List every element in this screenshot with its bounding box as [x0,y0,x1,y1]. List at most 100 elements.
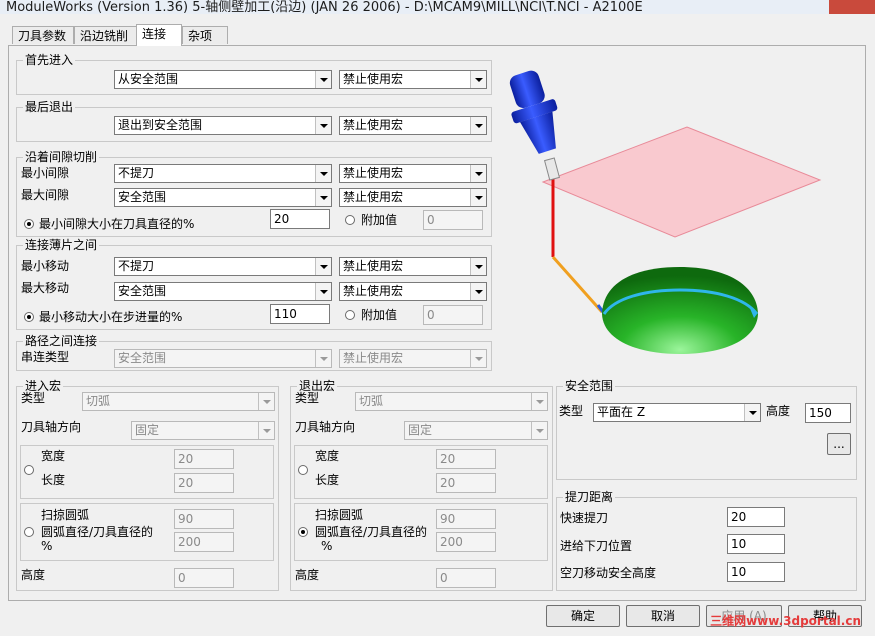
chevron-down-icon [470,350,486,367]
last-exit-macro-select[interactable]: 禁止使用宏 [339,116,487,135]
chain-type-select[interactable]: 安全范围 [114,349,332,368]
tab-tool-params[interactable]: 刀具参数 [12,26,74,44]
entry-length-input[interactable]: 20 [174,473,234,493]
feed-plunge-input[interactable]: 10 [727,534,785,554]
entry-width-value: 20 [178,452,194,466]
window-title: ModuleWorks (Version 1.36) 5-轴侧壁加工(沿边) (… [6,0,643,14]
rapid-retract-value: 20 [731,510,747,524]
ok-label: 确定 [570,609,595,623]
safety-type-value: 平面在 Z [597,405,646,419]
tab-misc[interactable]: 杂项 [182,26,228,44]
entry-type-label: 类型 [21,391,46,405]
exit-arc-radio[interactable] [298,527,308,537]
chevron-down-icon [315,350,331,367]
exit-height-input[interactable]: 0 [436,568,496,588]
max-gap-macro-value: 禁止使用宏 [343,190,404,204]
exit-width-input[interactable]: 20 [436,449,496,469]
entry-arc-radio[interactable] [24,527,34,537]
exit-arc-pct: % [321,539,333,553]
max-move-mode-select[interactable]: 安全范围 [114,282,332,301]
move-pct-input[interactable]: 110 [270,304,330,324]
entry-arc-label: 圆弧直径/刀具直径的 [41,525,154,539]
last-exit-label: 最后退出 [23,100,76,114]
max-gap-label: 最大间隙 [21,188,70,202]
exit-axis-select[interactable]: 固定 [404,421,548,440]
entry-height-input[interactable]: 0 [174,568,234,588]
min-move-mode-select[interactable]: 不提刀 [114,257,332,276]
chevron-down-icon [470,189,486,206]
move-pct-radio[interactable] [24,312,34,322]
move-add-input[interactable]: 0 [423,305,483,325]
entry-height-label: 高度 [21,568,46,582]
max-move-mode-value: 安全范围 [118,284,167,298]
exit-axis-label: 刀具轴方向 [295,420,356,434]
exit-type-label: 类型 [295,391,320,405]
safety-type-select[interactable]: 平面在 Z [593,403,761,422]
entry-sweep-input[interactable]: 90 [174,509,234,529]
safety-type-label: 类型 [559,404,584,418]
gap-add-input[interactable]: 0 [423,210,483,230]
retract-label: 提刀距离 [563,490,616,504]
entry-arc-input[interactable]: 200 [174,532,234,552]
dome-part [602,267,758,354]
move-pct-value: 110 [274,307,297,321]
exit-axis-value: 固定 [408,423,433,437]
safety-browse-button[interactable]: ... [827,433,851,455]
last-exit-mode-select[interactable]: 退出到安全范围 [114,116,332,135]
exit-length-value: 20 [440,476,456,490]
exit-type-select[interactable]: 切弧 [355,392,548,411]
min-gap-mode-select[interactable]: 不提刀 [114,164,332,183]
entry-sweep-label: 扫掠圆弧 [41,508,90,522]
tab-linking[interactable]: 连接 [136,24,182,46]
close-button[interactable] [829,0,875,14]
chevron-down-icon [315,117,331,134]
chevron-down-icon [258,422,274,439]
feed-plunge-label: 进给下刀位置 [560,539,633,553]
last-exit-mode-value: 退出到安全范围 [118,118,203,132]
chevron-down-icon [315,189,331,206]
max-move-macro-select[interactable]: 禁止使用宏 [339,282,487,301]
max-gap-macro-select[interactable]: 禁止使用宏 [339,188,487,207]
entry-axis-select[interactable]: 固定 [131,421,275,440]
chevron-down-icon [315,71,331,88]
watermark: 三维网www.3dportal.cn [710,614,861,628]
move-add-radio[interactable] [345,310,355,320]
min-gap-macro-select[interactable]: 禁止使用宏 [339,164,487,183]
cancel-label: 取消 [650,609,675,623]
safe-height-input[interactable]: 10 [727,562,785,582]
first-entry-mode-select[interactable]: 从安全范围 [114,70,332,89]
exit-arc-input[interactable]: 200 [436,532,496,552]
entry-type-select[interactable]: 切弧 [82,392,275,411]
entry-axis-value: 固定 [135,423,160,437]
entry-line-radio[interactable] [24,465,34,475]
gap-add-radio[interactable] [345,215,355,225]
ok-button[interactable]: 确定 [546,605,620,627]
entry-width-input[interactable]: 20 [174,449,234,469]
exit-length-label: 长度 [315,473,340,487]
exit-height-value: 0 [440,571,448,585]
first-entry-macro-select[interactable]: 禁止使用宏 [339,70,487,89]
tab-edge-milling[interactable]: 沿边铣削 [74,26,140,44]
safety-height-input[interactable]: 150 [805,403,851,423]
min-move-macro-select[interactable]: 禁止使用宏 [339,257,487,276]
entry-type-value: 切弧 [86,394,111,408]
first-entry-macro-value: 禁止使用宏 [343,72,404,86]
entry-height-value: 0 [178,571,186,585]
safety-height-label: 高度 [766,404,791,418]
between-slices-label: 连接薄片之间 [23,238,100,252]
rapid-retract-input[interactable]: 20 [727,507,785,527]
gap-pct-radio[interactable] [24,219,34,229]
max-gap-mode-select[interactable]: 安全范围 [114,188,332,207]
exit-arc-value: 200 [440,535,463,549]
exit-length-input[interactable]: 20 [436,473,496,493]
exit-line-radio[interactable] [298,465,308,475]
exit-sweep-label: 扫掠圆弧 [315,508,364,522]
tool-holder-icon [509,70,558,154]
chevron-down-icon [531,422,547,439]
gap-pct-input[interactable]: 20 [270,209,330,229]
exit-width-label: 宽度 [315,449,340,463]
feed-plunge-value: 10 [731,537,747,551]
exit-sweep-input[interactable]: 90 [436,509,496,529]
cancel-button[interactable]: 取消 [626,605,700,627]
chain-macro-select[interactable]: 禁止使用宏 [339,349,487,368]
